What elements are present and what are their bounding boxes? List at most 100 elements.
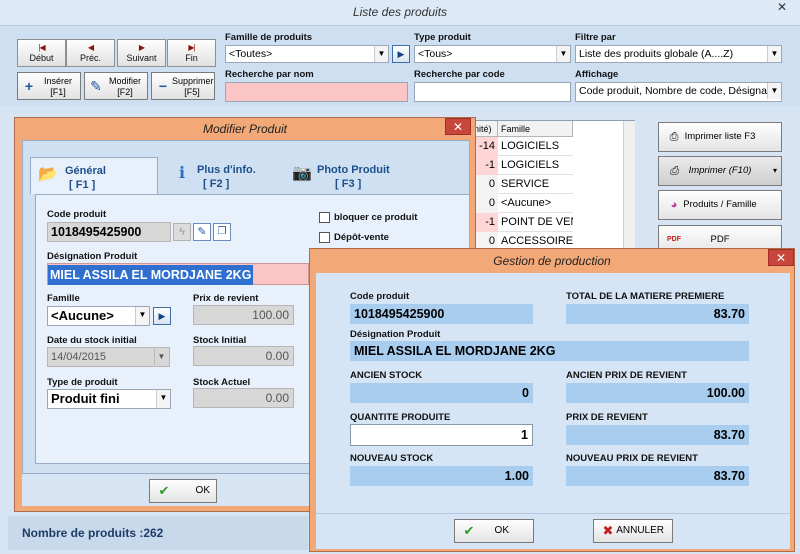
filtre-par-select[interactable]: Liste des produits globale (A....Z) ▼: [575, 45, 782, 63]
table-row[interactable]: -1 LOGICIELS: [471, 156, 634, 175]
chevron-down-icon: ▼: [154, 349, 168, 365]
affichage-select[interactable]: Code produit, Nombre de code, Désigna ▼: [575, 82, 782, 102]
nouveau-prix-field[interactable]: 83.70: [566, 466, 749, 486]
famille-select[interactable]: <Aucune> ▼: [47, 306, 150, 326]
chevron-down-icon: ▼: [556, 46, 570, 62]
famille-filter-select[interactable]: <Toutes> ▼: [225, 45, 389, 63]
products-table: nité) Famille -14 LOGICIELS -1 LOGICIELS…: [470, 120, 635, 251]
modifier-ok-button[interactable]: ✔ OK: [149, 479, 217, 503]
produits-famille-button[interactable]: ◕ Produits / Famille: [658, 190, 782, 220]
folder-icon: 📂: [38, 166, 58, 183]
date-stock-field[interactable]: 14/04/2015 ▼: [47, 347, 170, 367]
ancien-prix-field[interactable]: 100.00: [566, 383, 749, 403]
dialog-close-button[interactable]: ✕: [445, 118, 471, 135]
table-row[interactable]: -14 LOGICIELS: [471, 137, 634, 156]
tab-photo-produit[interactable]: 📷 Photo Produit [ F3 ]: [285, 157, 415, 194]
affichage-value: Code produit, Nombre de code, Désigna: [579, 85, 767, 97]
gp-code-field[interactable]: 1018495425900: [350, 304, 533, 324]
chevron-down-icon: ▼: [767, 46, 781, 62]
total-matiere-field[interactable]: 83.70: [566, 304, 749, 324]
ancien-prix-label: ANCIEN PRIX DE REVIENT: [566, 370, 687, 381]
previous-icon: ◀: [87, 43, 94, 52]
table-row[interactable]: -1 POINT DE VEN: [471, 213, 634, 232]
chevron-down-icon: ▼: [374, 46, 388, 62]
total-matiere-label: TOTAL DE LA MATIERE PREMIERE: [566, 291, 725, 302]
depot-vente-label: Dépôt-vente: [334, 232, 389, 243]
modifier-shortcut: [F2]: [117, 87, 133, 97]
lightning-icon[interactable]: ϟ: [173, 223, 191, 241]
annuler-label: ANNULER: [616, 525, 664, 536]
supprimer-button[interactable]: − Supprimer [F5]: [151, 72, 215, 100]
play-icon: ▶: [397, 49, 405, 59]
recherche-nom-input[interactable]: [225, 82, 408, 102]
dialog-title: Modifier Produit: [202, 122, 288, 136]
filtre-par-label: Filtre par: [575, 32, 616, 43]
modifier-label: Modifier: [108, 76, 141, 86]
tab-plus-info[interactable]: ℹ Plus d'info. [ F2 ]: [165, 157, 281, 194]
debut-label: Début: [29, 53, 54, 63]
ancien-stock-field[interactable]: 0: [350, 383, 533, 403]
table-row[interactable]: 0 SERVICE: [471, 175, 634, 194]
type-produit-select[interactable]: Produit fini ▼: [47, 389, 171, 409]
modifier-button[interactable]: ✎ Modifier [F2]: [84, 72, 148, 100]
prix-revient-label: PRIX DE REVIENT: [566, 412, 648, 423]
quantite-produite-input[interactable]: 1: [350, 424, 533, 446]
main-close-button[interactable]: ✕: [769, 0, 795, 16]
cancel-x-icon: ✖: [602, 523, 614, 538]
recherche-nom-label: Recherche par nom: [225, 69, 314, 80]
suivant-label: Suivant: [126, 53, 157, 63]
depot-vente-checkbox[interactable]: [319, 232, 330, 243]
fin-label: Fin: [185, 53, 198, 63]
table-row[interactable]: 0 <Aucune>: [471, 194, 634, 213]
table-scrollbar[interactable]: [623, 121, 635, 249]
prix-revient-label: Prix de revient: [193, 293, 259, 304]
dialog-close-button[interactable]: ✕: [768, 249, 794, 266]
inserer-button[interactable]: + Insérer [F1]: [17, 72, 81, 100]
famille-go-button[interactable]: ▶: [153, 307, 171, 325]
designation-input[interactable]: MIEL ASSILA EL MORDJANE 2KG: [47, 263, 309, 285]
date-stock-label: Date du stock initial: [47, 335, 137, 346]
tab-general[interactable]: 📂 Général [ F1 ]: [30, 157, 158, 194]
product-count-status: Nombre de produits :262: [8, 516, 308, 550]
fin-button[interactable]: ▶| Fin: [167, 39, 216, 67]
dropdown-arrow-icon: ▾: [772, 166, 777, 175]
type-filter-select[interactable]: <Tous> ▼: [414, 45, 571, 63]
imprimer-liste-label: Imprimer liste F3: [684, 131, 756, 142]
recherche-code-input[interactable]: [414, 82, 571, 102]
stock-actuel-field[interactable]: 0.00: [193, 388, 294, 408]
code-produit-field[interactable]: 1018495425900: [47, 222, 171, 242]
minus-icon: −: [158, 78, 168, 94]
bloquer-checkbox[interactable]: [319, 212, 330, 223]
copy-icon[interactable]: ❐: [213, 223, 231, 241]
quantite-produite-label: QUANTITE PRODUITE: [350, 412, 451, 423]
edit-code-icon[interactable]: ✎: [193, 223, 211, 241]
debut-button[interactable]: |◀ Début: [17, 39, 66, 67]
famille-value: <Aucune>: [51, 308, 114, 323]
pdf-label: PDF: [710, 234, 730, 245]
inserer-label: Insérer: [43, 76, 72, 86]
imprimer-liste-button[interactable]: ⎙ Imprimer liste F3: [658, 122, 782, 152]
nouveau-stock-field[interactable]: 1.00: [350, 466, 533, 486]
gp-designation-field[interactable]: MIEL ASSILA EL MORDJANE 2KG: [350, 341, 749, 361]
main-toolbar: |◀ Début ◀ Préc. ▶ Suivant ▶| Fin + Insé…: [0, 26, 800, 106]
famille-filter-go-button[interactable]: ▶: [392, 45, 410, 63]
imprimer-button[interactable]: ⎙ Imprimer (F10) ▾: [658, 156, 782, 186]
prix-revient-field[interactable]: 100.00: [193, 305, 294, 325]
row-famille: LOGICIELS: [498, 156, 573, 175]
prec-button[interactable]: ◀ Préc.: [66, 39, 115, 67]
tab-general-key: [ F1 ]: [69, 179, 96, 191]
nouveau-prix-label: NOUVEAU PRIX DE REVIENT: [566, 453, 698, 464]
chevron-down-icon: ▼: [767, 83, 781, 99]
info-icon: ℹ: [178, 165, 186, 182]
suivant-button[interactable]: ▶ Suivant: [117, 39, 166, 67]
produits-famille-label: Produits / Famille: [683, 199, 757, 210]
annuler-button[interactable]: ✖ ANNULER: [593, 519, 673, 543]
checkmark-icon: ✔: [463, 523, 475, 538]
tab-photo-label: Photo Produit: [317, 164, 390, 176]
gestion-ok-button[interactable]: ✔ OK: [454, 519, 534, 543]
prix-revient-field[interactable]: 83.70: [566, 425, 749, 445]
printer-icon: ⎙: [669, 165, 679, 177]
last-record-icon: ▶|: [188, 43, 195, 52]
stock-initial-field[interactable]: 0.00: [193, 346, 294, 366]
next-icon: ▶: [138, 43, 145, 52]
